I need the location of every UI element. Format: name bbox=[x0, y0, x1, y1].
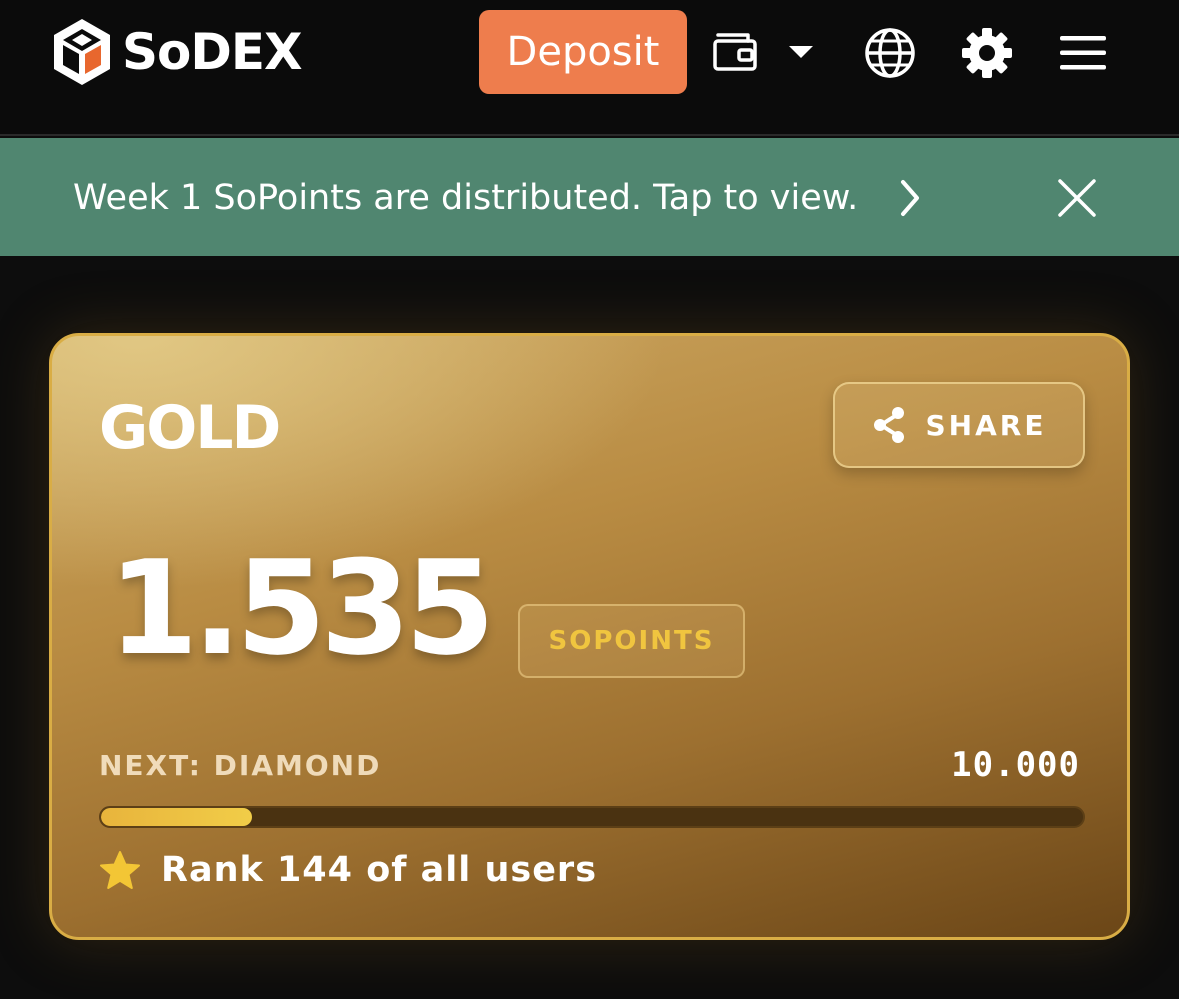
tier-progress-bar bbox=[99, 806, 1085, 828]
wallet-button[interactable] bbox=[712, 30, 758, 72]
tier-title: GOLD bbox=[99, 393, 281, 463]
share-icon bbox=[873, 407, 904, 443]
top-header: SoDEX Deposit bbox=[0, 0, 1179, 136]
logo-cube-icon bbox=[54, 19, 110, 85]
banner-close-button[interactable] bbox=[1055, 176, 1099, 220]
settings-button[interactable] bbox=[960, 26, 1014, 80]
brand-name: SoDEX bbox=[122, 23, 303, 81]
sopoints-value: 1.535 bbox=[108, 532, 495, 684]
deposit-button[interactable]: Deposit bbox=[479, 10, 687, 94]
star-icon bbox=[100, 851, 140, 889]
banner-message: Week 1 SoPoints are distributed. Tap to … bbox=[73, 178, 859, 218]
share-button[interactable]: SHARE bbox=[833, 382, 1085, 468]
menu-button[interactable] bbox=[1058, 32, 1108, 74]
share-label: SHARE bbox=[925, 408, 1047, 442]
banner-view-button[interactable] bbox=[895, 178, 925, 218]
sopoints-notification-banner[interactable]: Week 1 SoPoints are distributed. Tap to … bbox=[0, 138, 1179, 256]
rank-text: Rank 144 of all users bbox=[161, 850, 598, 890]
sopoints-unit-badge: SOPOINTS bbox=[518, 604, 745, 678]
wallet-dropdown-toggle[interactable] bbox=[786, 42, 816, 62]
next-tier-target: 10.000 bbox=[951, 745, 1080, 785]
rank-row: Rank 144 of all users bbox=[99, 850, 597, 890]
sodex-logo[interactable]: SoDEX bbox=[50, 16, 303, 88]
hamburger-menu-icon bbox=[1060, 36, 1106, 70]
gear-icon bbox=[962, 28, 1012, 78]
globe-icon bbox=[865, 28, 915, 78]
tier-progress-fill bbox=[101, 808, 252, 826]
next-tier-label: NEXT: DIAMOND bbox=[99, 749, 382, 782]
language-button[interactable] bbox=[864, 27, 916, 79]
caret-down-icon bbox=[789, 46, 813, 58]
close-icon bbox=[1058, 179, 1096, 217]
chevron-right-icon bbox=[901, 180, 919, 216]
wallet-icon bbox=[713, 33, 757, 71]
tier-card: GOLD SHARE 1.535 SOPOINTS NEXT: DIAMOND … bbox=[49, 333, 1130, 940]
